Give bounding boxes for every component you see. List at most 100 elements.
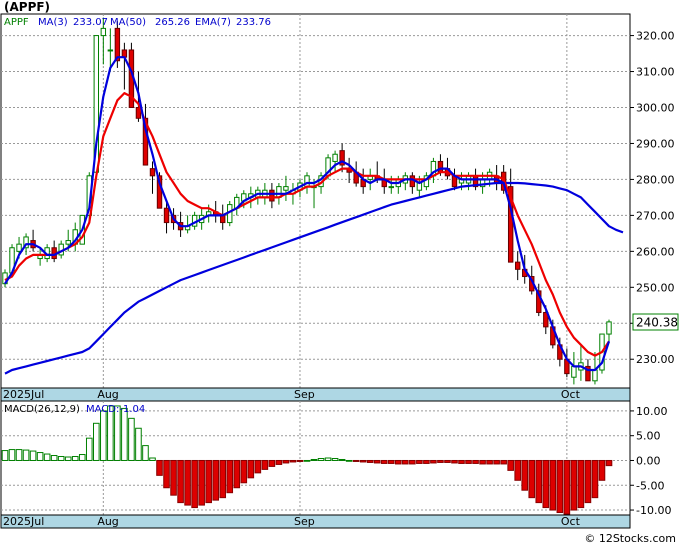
price-x-tick-label: Sep: [294, 388, 315, 401]
price-y-tick-label: 230.00: [636, 353, 675, 366]
macd-y-tick-label: 0.00: [636, 454, 661, 467]
macd-bar-negative: [156, 459, 163, 476]
macd-x-axis: 2025Jul Aug Sep Oct: [0, 514, 631, 529]
macd-bar-positive: [71, 456, 79, 461]
macd-bar-negative: [591, 459, 599, 499]
macd-bar-positive: [135, 427, 142, 461]
macd-bar-negative: [556, 459, 564, 514]
macd-bar-negative: [584, 459, 592, 504]
macd-bar-negative: [352, 459, 360, 462]
macd-x-tick-label: Aug: [97, 515, 118, 528]
macd-bar-negative: [423, 459, 430, 464]
macd-bar-negative: [240, 459, 248, 484]
macd-bar-negative: [535, 459, 543, 504]
price-y-tick-label: 280.00: [636, 173, 675, 186]
macd-bar-positive: [121, 407, 128, 461]
macd-bar-positive: [317, 457, 325, 461]
macd-bar-negative: [233, 459, 241, 489]
price-y-tick-label: 250.00: [636, 281, 675, 294]
price-x-tick-label: 2025Jul: [3, 388, 44, 401]
macd-y-tick-label: -5.00: [636, 479, 664, 492]
macd-bar-negative: [247, 459, 255, 479]
candle-up: [606, 321, 612, 335]
macd-bar-positive: [324, 457, 332, 461]
candle-down: [163, 207, 170, 224]
macd-bar-positive: [310, 458, 318, 461]
candle-up: [388, 186, 394, 189]
macd-bar-negative: [395, 459, 402, 465]
macd-bar-negative: [493, 459, 500, 465]
macd-bar-negative: [451, 459, 458, 464]
macd-bar-positive: [85, 437, 93, 461]
macd-bar-negative: [549, 459, 557, 511]
macd-bar-negative: [373, 459, 381, 464]
macd-bar-negative: [416, 459, 423, 464]
macd-bar-positive: [100, 410, 107, 461]
macd-bar-negative: [577, 459, 585, 509]
macd-bar-positive: [93, 422, 100, 461]
macd-bar-positive: [149, 457, 156, 461]
macd-bar-negative: [521, 459, 529, 491]
macd-x-tick-label: Oct: [561, 515, 581, 528]
macd-bar-negative: [380, 459, 388, 464]
macd-panel: 10.005.000.00-5.00-10.00 MACD(26,12,9) MA…: [0, 400, 671, 517]
candle-down: [114, 27, 121, 62]
candle-up: [107, 49, 114, 52]
macd-y-tick-label: 10.00: [636, 405, 668, 418]
macd-bar-positive: [36, 452, 44, 461]
macd-bar-negative: [514, 459, 521, 481]
macd-bar-negative: [409, 459, 416, 465]
macd-bar-negative: [563, 459, 571, 515]
macd-bar-negative: [254, 459, 262, 474]
last-price-label: 240.38: [636, 316, 678, 330]
macd-bar-negative: [444, 459, 451, 463]
macd-bar-negative: [205, 459, 212, 504]
candle-down: [437, 160, 444, 173]
macd-x-tick-label: Sep: [294, 515, 315, 528]
candle-up: [283, 186, 289, 191]
price-legend-item: EMA(7): [195, 17, 231, 28]
price-panel: 230.00240.00250.00260.00270.00280.00290.…: [0, 13, 679, 389]
price-x-tick-label: Oct: [561, 388, 581, 401]
macd-bar-negative: [359, 459, 367, 463]
price-legend-item: 233.76: [236, 17, 271, 28]
macd-bar-negative: [479, 459, 486, 465]
macd-legend-item: MACD:-1.04: [86, 404, 145, 415]
price-legend-item: 233.07: [73, 17, 108, 28]
macd-bar-negative: [177, 459, 184, 504]
macd-bar-negative: [289, 459, 297, 463]
macd-bar-negative: [170, 459, 177, 496]
macd-bar-negative: [282, 459, 290, 464]
price-legend: APPF MA(3) 233.07 MA(50) 265.26 EMA(7) 233.76: [4, 17, 271, 28]
macd-bar-negative: [198, 459, 205, 506]
candle-up: [100, 27, 107, 37]
candle-up: [332, 153, 338, 162]
price-y-tick-label: 320.00: [636, 30, 675, 43]
macd-bar-negative: [486, 459, 493, 465]
candle-down: [149, 168, 156, 177]
macd-bar-negative: [212, 459, 219, 501]
macd-bar-negative: [387, 459, 395, 464]
price-x-tick-label: Aug: [97, 388, 118, 401]
price-legend-item: APPF: [4, 17, 29, 28]
macd-bar-positive: [142, 445, 149, 461]
macd-bar-negative: [507, 459, 514, 471]
price-y-tick-label: 290.00: [636, 137, 675, 150]
macd-bar-negative: [605, 459, 613, 467]
price-legend-item: 265.26: [155, 17, 190, 28]
macd-bar-negative: [500, 459, 507, 465]
macd-bar-positive: [43, 453, 51, 461]
macd-bar-positive: [1, 450, 9, 461]
macd-y-tick-label: -10.00: [636, 504, 671, 517]
macd-legend-item: MACD(26,12,9): [4, 404, 80, 415]
price-x-axis: 2025Jul Aug Sep Oct: [0, 387, 631, 402]
macd-bar-positive: [345, 459, 353, 462]
macd-bar-negative: [598, 459, 606, 481]
macd-bar-negative: [219, 459, 227, 499]
stock-chart: (APPF) 230.00240.00250.00260.00270.00280…: [0, 0, 680, 546]
macd-bar-positive: [15, 449, 23, 461]
chart-title: (APPF): [4, 0, 50, 14]
price-legend-item: MA(3): [38, 17, 68, 28]
watermark: © 12Stocks.com: [584, 532, 676, 545]
price-y-tick-label: 260.00: [636, 245, 675, 258]
